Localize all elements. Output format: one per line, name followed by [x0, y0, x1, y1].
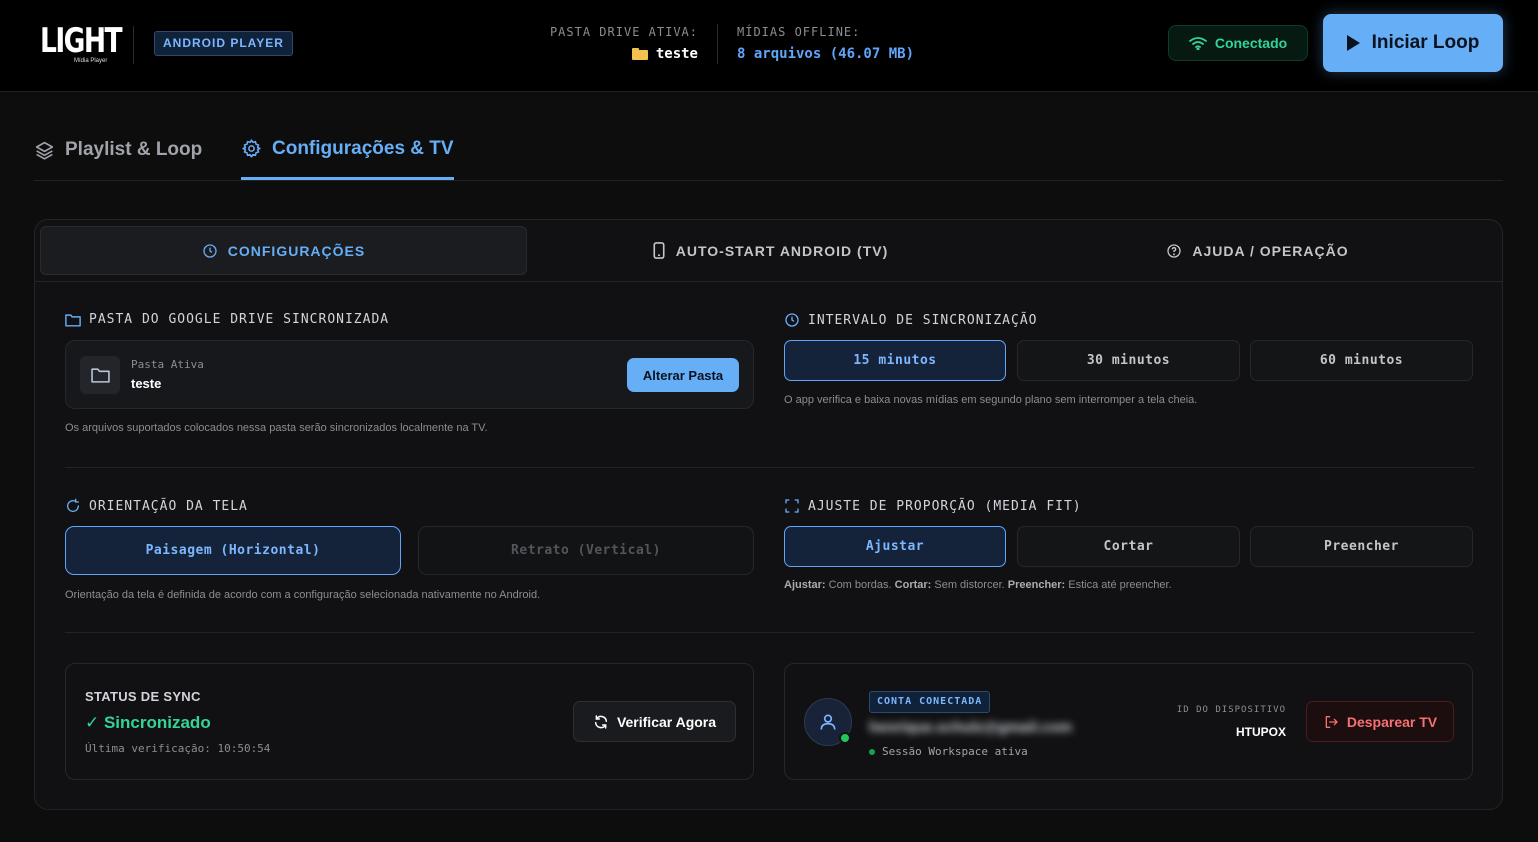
folder-outline-icon [65, 313, 81, 326]
media-fit-title: AJUSTE DE PROPORÇÃO (MEDIA FIT) [784, 498, 1082, 514]
device-id-value: HTUPOX [1235, 725, 1286, 739]
verify-now-button[interactable]: Verificar Agora [573, 701, 736, 742]
sync-status-title: STATUS DE SYNC [85, 689, 201, 704]
orientation-title: ORIENTAÇÃO DA TELA [65, 498, 248, 514]
refresh-icon [594, 714, 608, 729]
fit-option-preencher[interactable]: Preencher [1250, 526, 1473, 567]
subtab-help[interactable]: AJUDA / OPERAÇÃO [1015, 226, 1500, 275]
play-icon [1346, 35, 1360, 51]
interval-option-15[interactable]: 15 minutos [784, 340, 1006, 381]
offline-media-label: MÍDIAS OFFLINE: [737, 25, 861, 39]
rotate-icon [67, 498, 80, 512]
offline-media-info: MÍDIAS OFFLINE: 8 arquivos (46.07 MB) [737, 25, 914, 62]
sync-status-value: ✓ Sincronizado [85, 713, 211, 732]
active-drive-info: PASTA DRIVE ATIVA: teste [520, 25, 698, 62]
clock-icon [785, 313, 799, 327]
interval-option-60[interactable]: 60 minutos [1250, 340, 1473, 381]
settings-subtabs: CONFIGURAÇÕES AUTO-START ANDROID (TV) AJ… [35, 220, 1502, 282]
online-indicator [839, 732, 851, 744]
section-divider [65, 632, 1474, 633]
fit-option-cortar[interactable]: Cortar [1017, 526, 1240, 567]
help-icon [1167, 243, 1182, 258]
gear-icon [242, 139, 261, 158]
app-header: LIGHT Mídia Player ANDROID PLAYER PASTA … [0, 0, 1538, 92]
user-icon [820, 714, 836, 730]
connection-status: Conectado [1168, 25, 1308, 61]
start-loop-button[interactable]: Iniciar Loop [1323, 14, 1503, 72]
subtab-configuracoes[interactable]: CONFIGURAÇÕES [40, 226, 527, 275]
active-folder-value: teste [131, 376, 162, 391]
orientation-option-landscape[interactable]: Paisagem (Horizontal) [65, 526, 401, 575]
offline-media-value: 8 arquivos (46.07 MB) [737, 46, 915, 62]
fit-option-ajustar[interactable]: Ajustar [784, 526, 1006, 567]
sync-status-box: STATUS DE SYNC ✓ Sincronizado Última ver… [65, 663, 754, 780]
active-drive-label: PASTA DRIVE ATIVA: [549, 25, 698, 39]
change-folder-button[interactable]: Alterar Pasta [627, 358, 739, 392]
tab-settings-tv[interactable]: Configurações & TV [241, 120, 454, 180]
interval-option-30[interactable]: 30 minutos [1017, 340, 1240, 381]
media-fit-help: Ajustar: Com bordas. Cortar: Sem distorc… [784, 579, 1172, 591]
subtab-auto-start[interactable]: AUTO-START ANDROID (TV) [535, 226, 1005, 275]
layers-icon [35, 141, 54, 160]
tab-playlist-loop[interactable]: Playlist & Loop [34, 120, 202, 180]
platform-badge: ANDROID PLAYER [154, 31, 293, 56]
sync-last-check: Última verificação: 10:50:54 [85, 742, 271, 755]
account-box: CONTA CONECTADA henrique.schulz@gmail.co… [784, 663, 1473, 780]
status-dot [869, 748, 875, 755]
orientation-option-portrait[interactable]: Retrato (Vertical) [418, 526, 754, 575]
session-status: Sessão Workspace ativa [869, 745, 1028, 758]
drive-folder-help: Os arquivos suportados colocados nessa p… [65, 422, 488, 434]
section-divider [65, 467, 1474, 468]
drive-folder-title: PASTA DO GOOGLE DRIVE SINCRONIZADA [65, 312, 389, 327]
sync-interval-help: O app verifica e baixa novas mídias em s… [784, 394, 1198, 406]
unpair-tv-button[interactable]: Desparear TV [1306, 701, 1454, 742]
main-tabs: Playlist & Loop Configurações & TV [34, 120, 1503, 181]
header-divider [717, 24, 718, 64]
account-email: henrique.schulz@gmail.com [869, 719, 1072, 736]
account-badge: CONTA CONECTADA [869, 691, 991, 713]
active-drive-value: teste [655, 46, 698, 62]
sync-interval-title: INTERVALO DE SINCRONIZAÇÃO [784, 312, 1038, 328]
header-divider [133, 26, 134, 64]
folder-outline-icon [90, 368, 110, 383]
folder-icon [631, 48, 648, 60]
clock-icon [203, 243, 217, 258]
wifi-icon [1188, 37, 1207, 50]
expand-icon [785, 499, 799, 513]
active-folder-box: Pasta Ativa teste Alterar Pasta [65, 340, 754, 409]
orientation-help: Orientação da tela é definida de acordo … [65, 589, 541, 601]
logout-icon [1325, 715, 1338, 728]
device-id-label: ID DO DISPOSITIVO [1176, 705, 1286, 715]
phone-icon [653, 242, 665, 259]
active-folder-label: Pasta Ativa [131, 358, 204, 371]
settings-card: CONFIGURAÇÕES AUTO-START ANDROID (TV) AJ… [34, 219, 1503, 810]
app-logo: LIGHT Mídia Player [40, 21, 123, 64]
